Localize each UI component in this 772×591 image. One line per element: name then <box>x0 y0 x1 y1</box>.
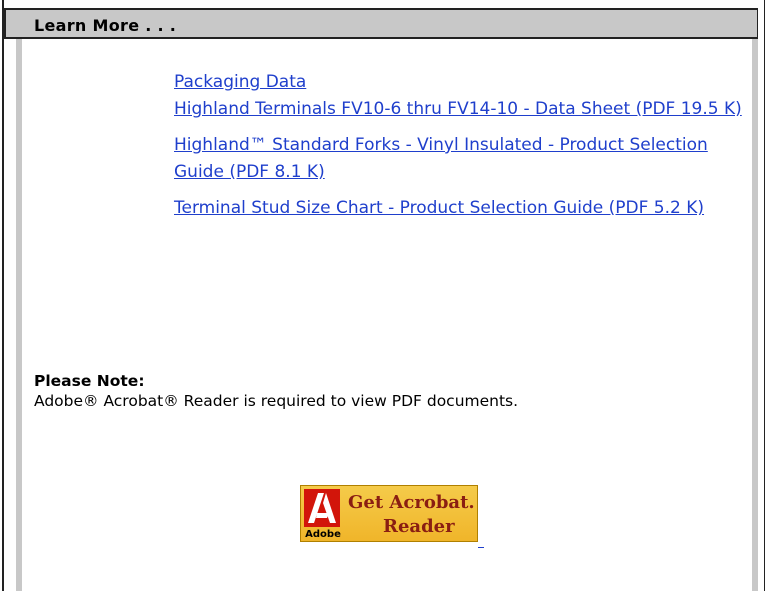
page-left-rule <box>2 0 4 591</box>
resource-links: Packaging Data Highland Terminals FV10-6… <box>174 69 744 222</box>
link-packaging-data[interactable]: Packaging Data <box>174 69 744 96</box>
badge-get-acrobat-text: Get Acrobat. <box>348 492 475 513</box>
link-spacer <box>174 186 744 195</box>
get-acrobat-reader-button[interactable]: Adobe Get Acrobat. Reader <box>300 485 484 548</box>
adobe-logo-icon <box>304 489 340 527</box>
learn-more-header: Learn More . . . <box>4 8 758 39</box>
pdf-note: Please Note: Adobe® Acrobat® Reader is r… <box>34 371 754 411</box>
page-right-rule <box>764 0 765 591</box>
link-terminal-stud-size-chart[interactable]: Terminal Stud Size Chart - Product Selec… <box>174 195 744 222</box>
acrobat-badge: Adobe Get Acrobat. Reader <box>300 485 478 542</box>
header-title: Learn More . . . <box>34 16 177 35</box>
badge-adobe-label: Adobe <box>305 529 341 540</box>
note-text: Adobe® Acrobat® Reader is required to vi… <box>34 392 519 410</box>
link-highland-terminals-data-sheet[interactable]: Highland Terminals FV10-6 thru FV14-10 -… <box>174 96 744 123</box>
link-standard-forks-selection-guide[interactable]: Highland™ Standard Forks - Vinyl Insulat… <box>174 132 744 186</box>
badge-link-underline <box>478 547 484 548</box>
link-spacer <box>174 123 744 132</box>
badge-reader-text: Reader <box>383 516 455 537</box>
note-title: Please Note: <box>34 372 145 390</box>
